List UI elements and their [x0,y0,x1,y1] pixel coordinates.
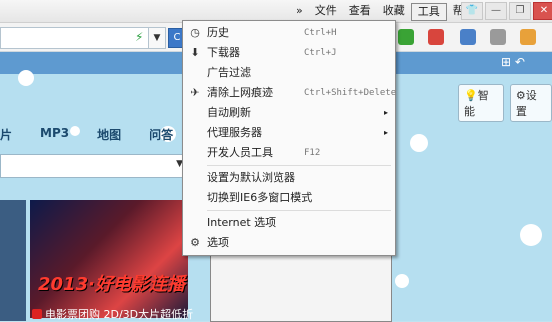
mail-icon[interactable] [428,29,444,45]
menu-item-history[interactable]: ◷ 历史 Ctrl+H [183,23,395,43]
menu-overflow-chevron[interactable]: » [290,3,309,19]
minimize-button[interactable]: — [485,2,507,20]
window-controls: 👕 — ❐ ✕ [461,2,552,20]
menu-item-devtools[interactable]: 开发人员工具 F12 [183,143,395,163]
menu-tools[interactable]: 工具 [410,3,447,21]
address-dropdown-button[interactable]: ▼ [148,27,166,49]
menu-item-set-default[interactable]: 设置为默认浏览器 [183,168,395,188]
menu-separator [207,165,391,166]
smart-settings-group: 💡智能 ⚙设置 [458,84,552,122]
smart-button[interactable]: 💡智能 [458,84,504,122]
menu-item-ad-filter[interactable]: 广告过滤 [183,63,395,83]
menu-item-options[interactable]: ⚙ 选项 [183,233,395,253]
menu-item-internet-options[interactable]: Internet 选项 [183,213,395,233]
nav-item[interactable]: 片 [0,126,12,143]
search-dropdown[interactable]: ▼ [0,154,190,178]
gear-icon: ⚙ [190,236,200,249]
crown-icon[interactable] [520,29,536,45]
speed-mode-icon[interactable]: ⚡ [135,30,143,44]
nav-qa[interactable]: 问答 [149,126,173,143]
skin-icon[interactable]: 👕 [461,2,483,20]
menu-bar: » 文件 查看 收藏 工具 帮助 [290,3,481,21]
tools-menu: ◷ 历史 Ctrl+H ⬇ 下载器 Ctrl+J 广告过滤 ✈ 清除上网痕迹 C… [182,20,396,256]
menu-item-downloader[interactable]: ⬇ 下载器 Ctrl+J [183,43,395,63]
menu-item-ie6-mode[interactable]: 切换到IE6多窗口模式 [183,188,395,208]
side-panel [0,200,26,321]
menu-file[interactable]: 文件 [309,3,343,19]
poster-title: 2013·好电影连播 [38,274,185,295]
site-nav: 片 MP3 地图 问答 [0,126,201,143]
menu-favorites[interactable]: 收藏 [377,3,411,19]
submenu-arrow-icon: ▸ [384,128,389,137]
apps-icon[interactable] [460,29,476,45]
promo-icon [32,309,42,319]
movie-poster[interactable]: 2013·好电影连播 [30,200,188,318]
nav-map[interactable]: 地图 [97,126,121,143]
menu-item-auto-refresh[interactable]: 自动刷新 ▸ [183,103,395,123]
menu-separator [207,210,391,211]
settings-button[interactable]: ⚙设置 [509,84,552,122]
history-icon: ◷ [190,26,200,39]
restore-button[interactable]: ❐ [509,2,531,20]
menu-item-clear-traces[interactable]: ✈ 清除上网痕迹 Ctrl+Shift+Delete [183,83,396,103]
download-icon: ⬇ [190,46,200,59]
nav-mp3[interactable]: MP3 [40,126,69,143]
game-icon[interactable] [490,29,506,45]
menu-view[interactable]: 查看 [343,3,377,19]
address-input[interactable]: ⚡ [0,27,150,49]
new-tab-icon[interactable]: ⊞ ↶ [501,55,525,69]
security-icon[interactable] [398,29,414,45]
poster-caption[interactable]: 电影票团购 2D/3D大片超低折 [32,306,193,322]
submenu-arrow-icon: ▸ [384,108,389,117]
menu-item-proxy[interactable]: 代理服务器 ▸ [183,123,395,143]
clear-trace-icon: ✈ [190,86,200,99]
close-button[interactable]: ✕ [533,2,552,20]
